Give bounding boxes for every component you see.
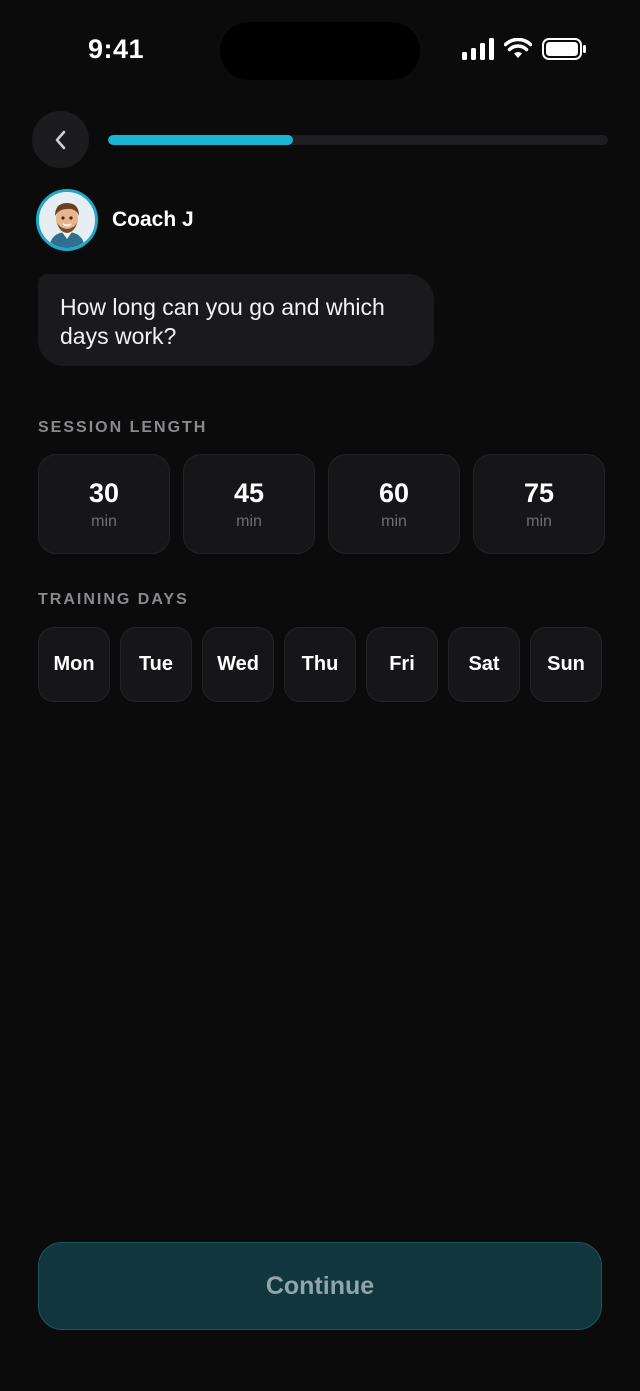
signal-icon: [462, 38, 494, 60]
session-length-value: 45: [233, 478, 265, 508]
session-length-label: SESSION LENGTH: [38, 419, 208, 436]
session-length-unit: min: [91, 513, 117, 530]
progress-fill: [108, 135, 293, 145]
wifi-icon: [504, 38, 532, 58]
session-length-value: 60: [378, 478, 410, 508]
onboarding-screen: 9:41 Coach J How long can you go and whi…: [0, 0, 640, 1391]
session-length-option-45[interactable]: 45 min: [183, 454, 315, 554]
training-days-options: Mon Tue Wed Thu Fri Sat Sun: [38, 627, 602, 702]
session-length-unit: min: [236, 513, 262, 530]
session-length-unit: min: [526, 513, 552, 530]
coach-name: Coach J: [112, 208, 194, 231]
progress-bar: [108, 135, 608, 145]
session-length-value: 75: [523, 478, 555, 508]
chevron-left-icon: [55, 130, 65, 149]
session-length-unit: min: [381, 513, 407, 530]
day-chip-sun[interactable]: Sun: [530, 627, 602, 702]
session-length-options: 30 min 45 min 60 min 75 min: [38, 454, 605, 554]
session-length-option-60[interactable]: 60 min: [328, 454, 460, 554]
day-chip-wed[interactable]: Wed: [202, 627, 274, 702]
day-chip-thu[interactable]: Thu: [284, 627, 356, 702]
coach-avatar: [36, 189, 98, 251]
continue-button[interactable]: Continue: [38, 1242, 602, 1330]
coach-message-bubble: How long can you go and which days work?: [38, 274, 434, 366]
dynamic-island: [220, 22, 420, 80]
back-button[interactable]: [32, 111, 89, 168]
session-length-option-75[interactable]: 75 min: [473, 454, 605, 554]
battery-icon: [542, 38, 586, 60]
status-time: 9:41: [88, 34, 145, 64]
day-chip-mon[interactable]: Mon: [38, 627, 110, 702]
session-length-option-30[interactable]: 30 min: [38, 454, 170, 554]
day-chip-fri[interactable]: Fri: [366, 627, 438, 702]
day-chip-tue[interactable]: Tue: [120, 627, 192, 702]
training-days-label: TRAINING DAYS: [38, 591, 189, 608]
day-chip-sat[interactable]: Sat: [448, 627, 520, 702]
coach-avatar-illustration: [39, 192, 95, 248]
status-icons: [462, 38, 586, 60]
session-length-value: 30: [88, 478, 120, 508]
